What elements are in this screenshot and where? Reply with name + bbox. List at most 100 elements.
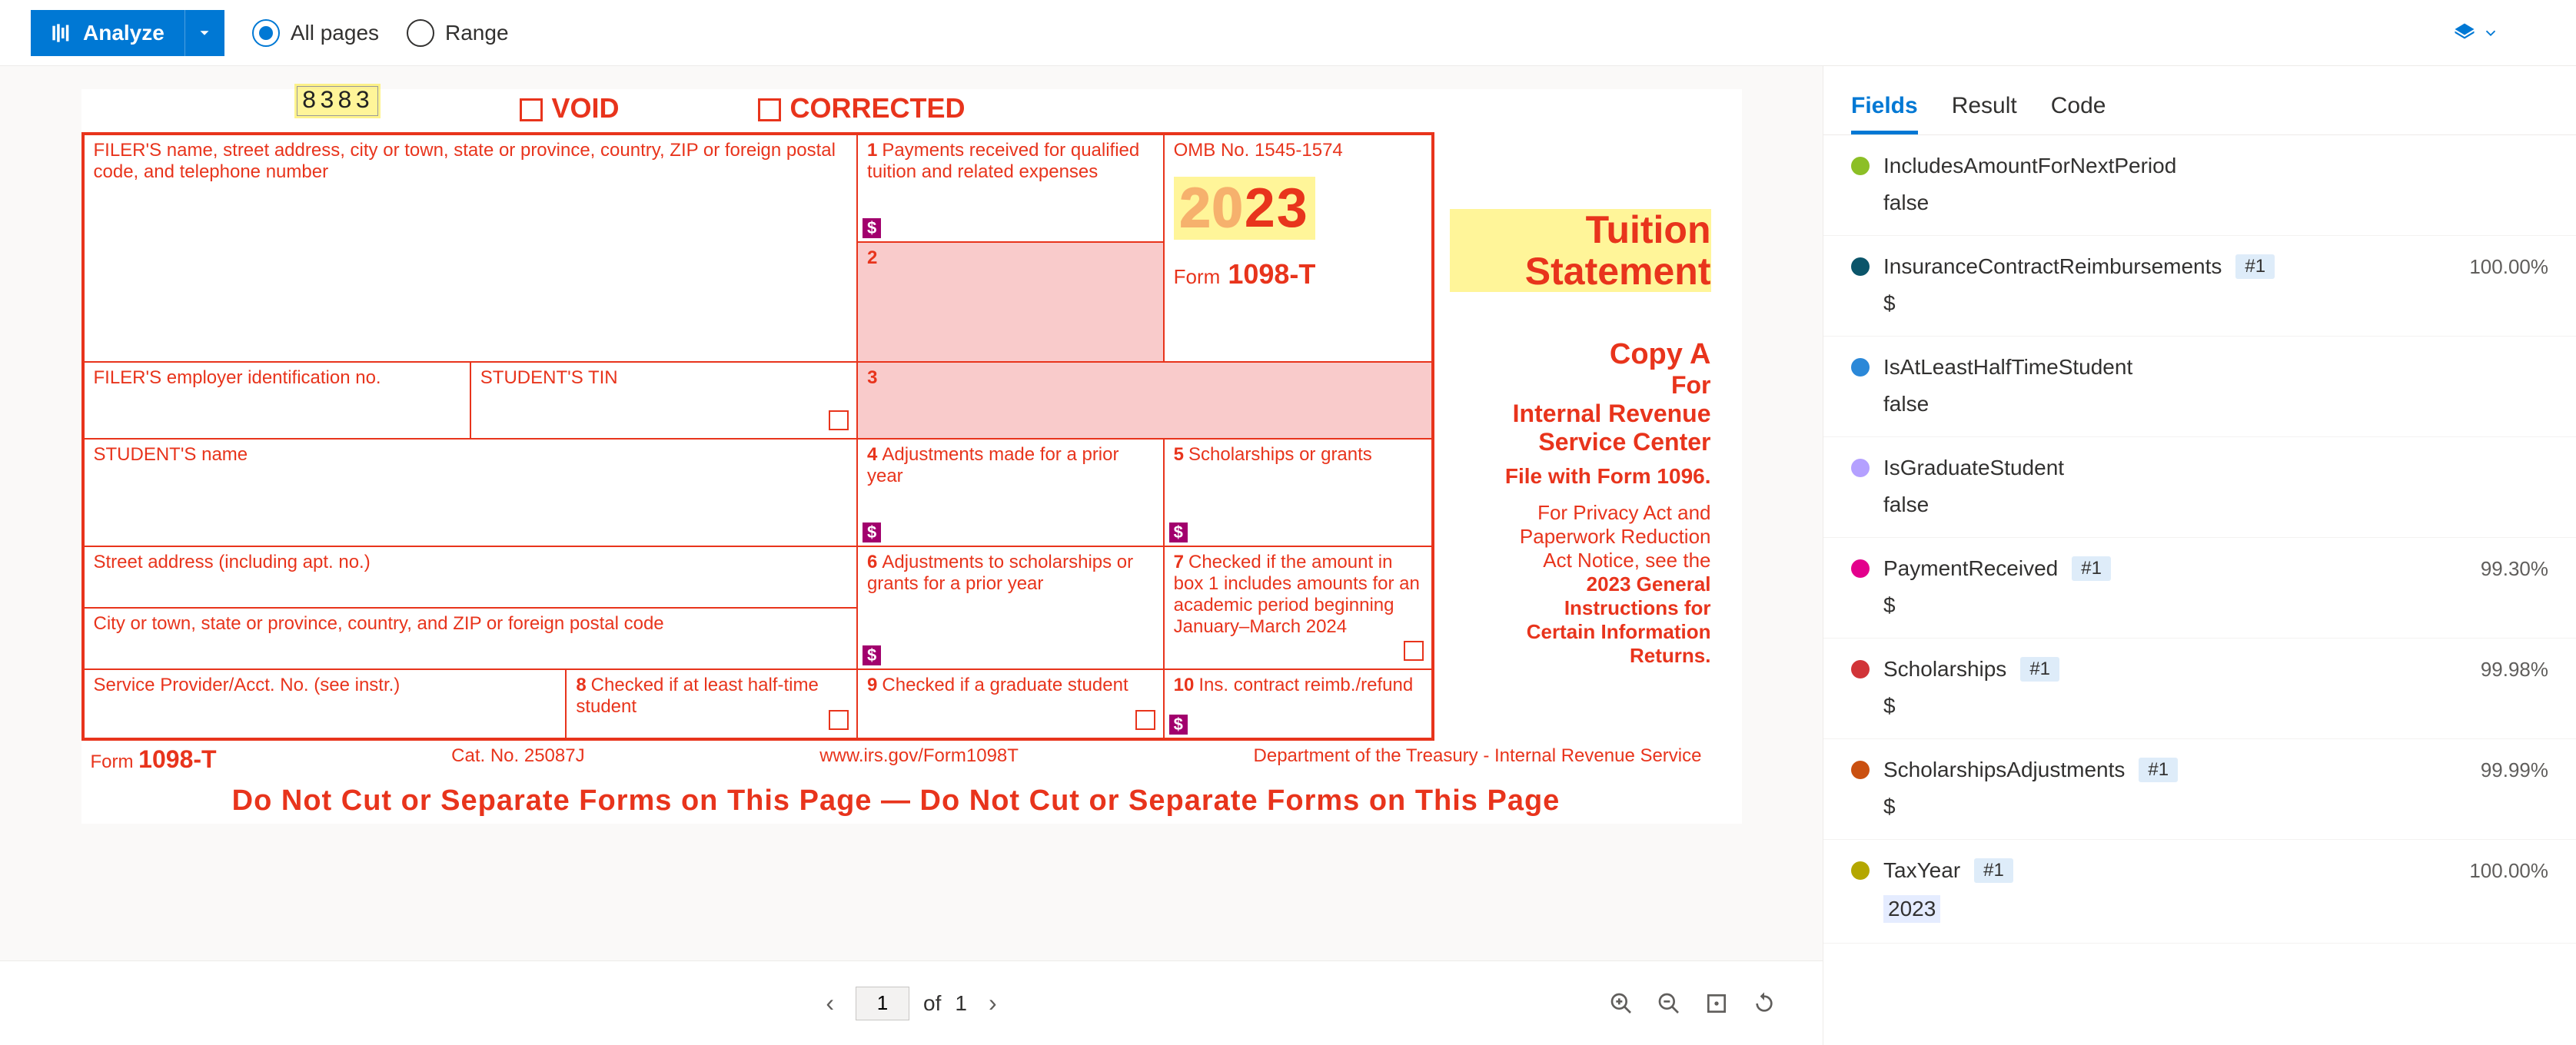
box8: 8Checked if at least half-time student	[566, 669, 857, 738]
box9: 9Checked if a graduate student	[857, 669, 1164, 738]
field-list[interactable]: IncludesAmountForNextPeriodfalseInsuranc…	[1823, 135, 2576, 1045]
layers-button[interactable]	[2453, 22, 2499, 45]
field-color-dot	[1851, 861, 1870, 880]
box4: 4Adjustments made for a prior year $	[857, 439, 1164, 546]
form-right-column: Tuition Statement Copy A For Internal Re…	[1434, 132, 1711, 741]
next-page-button[interactable]: ›	[981, 989, 1005, 1017]
field-item[interactable]: Scholarships #1 99.98% $	[1823, 639, 2576, 739]
field-value: $	[1883, 291, 2548, 316]
field-item[interactable]: IsAtLeastHalfTimeStudent false	[1823, 337, 2576, 437]
field-confidence: 99.30%	[2481, 557, 2548, 581]
field-confidence: 99.98%	[2481, 658, 2548, 682]
title: Tuition Statement	[1450, 209, 1711, 292]
radio-icon	[252, 19, 280, 47]
document-page: 8383 VOID CORRECTED FILER'S name, street…	[81, 89, 1742, 824]
field-name: PaymentReceived	[1883, 556, 2058, 581]
field-value: 2023	[1883, 895, 1940, 923]
corrected-check: CORRECTED	[758, 92, 966, 124]
field-item[interactable]: InsuranceContractReimbursements #1 100.00%…	[1823, 236, 2576, 337]
field-name: Scholarships	[1883, 657, 2006, 682]
layers-icon	[2453, 22, 2476, 45]
field-value: false	[1883, 392, 2548, 416]
form-grid: FILER'S name, street address, city or to…	[81, 132, 1434, 741]
field-item[interactable]: IsGraduateStudent false	[1823, 437, 2576, 538]
field-value: $	[1883, 593, 2548, 618]
field-confidence: 99.99%	[2481, 758, 2548, 782]
document-footer: ‹ of 1 ›	[0, 960, 1823, 1045]
void-check: VOID	[520, 92, 620, 124]
city-state: City or town, state or province, country…	[84, 608, 857, 669]
analyze-label: Analyze	[83, 21, 165, 45]
field-name: IsGraduateStudent	[1883, 456, 2064, 480]
tab-fields[interactable]: Fields	[1851, 93, 1918, 134]
box2: 2	[857, 242, 1164, 362]
dollar-icon: $	[1169, 522, 1188, 542]
field-name: IsAtLeastHalfTimeStudent	[1883, 355, 2132, 380]
rotate-icon[interactable]	[1752, 991, 1777, 1016]
pager: ‹ of 1 ›	[818, 987, 1004, 1020]
checkbox-icon	[829, 710, 849, 730]
field-badge: #1	[2235, 254, 2275, 279]
zoom-out-icon[interactable]	[1657, 991, 1681, 1016]
zoom-in-icon[interactable]	[1609, 991, 1634, 1016]
analyze-button[interactable]: Analyze	[31, 10, 184, 56]
radio-all-pages[interactable]: All pages	[252, 19, 379, 47]
document-pane: 8383 VOID CORRECTED FILER'S name, street…	[0, 66, 1823, 1045]
field-item[interactable]: IncludesAmountForNextPeriodfalse	[1823, 135, 2576, 236]
prev-page-button[interactable]: ‹	[818, 989, 842, 1017]
fit-icon[interactable]	[1704, 991, 1729, 1016]
field-badge: #1	[2020, 657, 2059, 682]
filer-ein: FILER'S employer identification no.	[84, 362, 470, 439]
tab-code[interactable]: Code	[2051, 93, 2106, 134]
tax-year: 2023	[1174, 177, 1315, 240]
radio-icon	[407, 19, 434, 47]
box10: 10Ins. contract reimb./refund $	[1164, 669, 1432, 738]
dollar-icon: $	[863, 218, 881, 238]
copy-a: Copy A	[1450, 338, 1711, 371]
dollar-icon: $	[1169, 715, 1188, 735]
form-footer-line: Form 1098-T Cat. No. 25087J www.irs.gov/…	[81, 741, 1711, 778]
field-color-dot	[1851, 257, 1870, 276]
field-value: $	[1883, 694, 2548, 718]
of-label: of	[923, 991, 941, 1016]
service-provider: Service Provider/Acct. No. (see instr.)	[84, 669, 567, 738]
field-name: IncludesAmountForNextPeriod	[1883, 154, 2176, 178]
field-confidence: 100.00%	[2469, 859, 2548, 883]
radio-range[interactable]: Range	[407, 19, 509, 47]
field-confidence: 100.00%	[2469, 255, 2548, 279]
field-name: TaxYear	[1883, 858, 1960, 883]
field-badge: #1	[2072, 556, 2111, 581]
box6: 6Adjustments to scholarships or grants f…	[857, 546, 1164, 669]
field-color-dot	[1851, 157, 1870, 175]
field-value: false	[1883, 493, 2548, 517]
form-1098t: 8383 VOID CORRECTED FILER'S name, street…	[81, 89, 1742, 824]
field-item[interactable]: ScholarshipsAdjustments#199.99%$	[1823, 739, 2576, 840]
field-badge: #1	[2139, 758, 2178, 782]
analyze-button-group: Analyze	[31, 10, 224, 56]
student-name: STUDENT'S name	[84, 439, 857, 546]
dollar-icon: $	[863, 645, 881, 665]
field-color-dot	[1851, 761, 1870, 779]
toolbar: Analyze All pages Range	[0, 0, 2576, 66]
document-canvas[interactable]: 8383 VOID CORRECTED FILER'S name, street…	[0, 66, 1823, 960]
field-item[interactable]: TaxYear#1100.00%2023	[1823, 840, 2576, 944]
radio-range-label: Range	[445, 21, 509, 45]
analyze-icon	[51, 22, 72, 44]
tab-result[interactable]: Result	[1952, 93, 2017, 134]
field-color-dot	[1851, 660, 1870, 678]
student-tin: STUDENT'S TIN	[470, 362, 857, 439]
field-name: InsuranceContractReimbursements	[1883, 254, 2222, 279]
side-tabs: Fields Result Code	[1823, 66, 2576, 135]
form-number-label: Form 1098-T	[1174, 258, 1422, 290]
page-input[interactable]	[856, 987, 909, 1020]
chevron-down-icon	[2482, 25, 2499, 41]
checkbox-icon	[1135, 710, 1155, 730]
field-item[interactable]: PaymentReceived #1 99.30% $	[1823, 538, 2576, 639]
analyze-dropdown-button[interactable]	[184, 10, 224, 56]
field-color-dot	[1851, 459, 1870, 477]
field-color-dot	[1851, 559, 1870, 578]
field-color-dot	[1851, 358, 1870, 377]
radio-all-pages-label: All pages	[291, 21, 379, 45]
omb-year-cell: OMB No. 1545-1574 2023 Form 1098-T	[1164, 134, 1432, 362]
filer-cell: FILER'S name, street address, city or to…	[84, 134, 858, 362]
